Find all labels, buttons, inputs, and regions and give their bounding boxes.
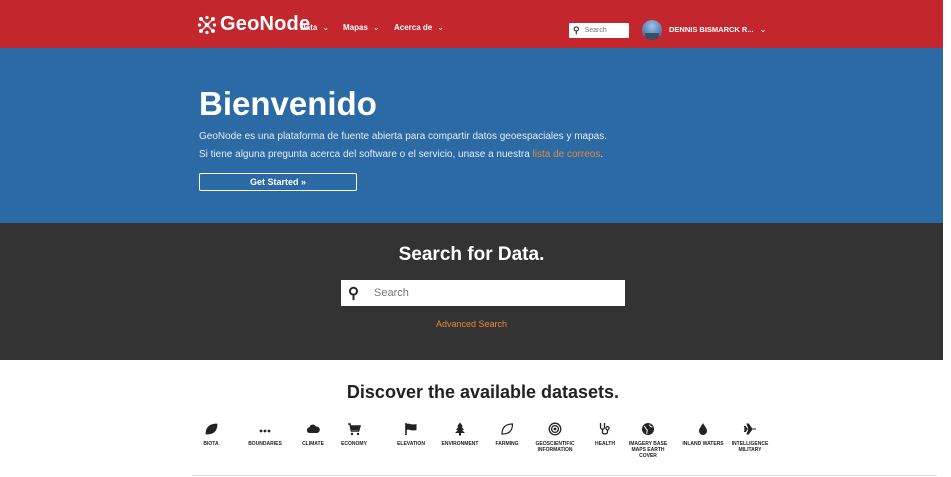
dataset-search-input[interactable] [372,286,606,300]
get-started-button[interactable]: Get Started » [199,173,357,191]
category-geoscientific[interactable]: GEOSCIENTIFIC INFORMATION [529,422,581,453]
category-farming[interactable]: FARMING [481,422,533,447]
category-label: GEOSCIENTIFIC INFORMATION [535,441,575,453]
search-title: Search for Data. [398,244,545,265]
category-label: INLAND WATERS [682,441,724,447]
plane-icon [743,423,756,435]
category-biota[interactable]: BIOTA [185,422,237,447]
hero-title: Bienvenido [199,85,377,122]
user-menu[interactable]: DENNIS BISMARCK R... ⌄ [669,25,766,34]
nav-mapas-label: Mapas [343,23,368,32]
leaf-icon [205,423,218,435]
chevron-down-icon: ⌄ [437,23,444,32]
brand-logo[interactable]: GeoNode [197,13,310,36]
category-intelligence[interactable]: INTELLIGENCE MILITARY [724,422,776,453]
category-label: FARMING [495,441,519,447]
category-label: BIOTA [203,441,219,447]
avatar[interactable] [642,20,662,40]
search-icon: ⚲ [573,25,580,35]
hero-contact-suffix: . [600,149,604,160]
navbar-search[interactable]: ⚲ [569,23,629,38]
nav-acerca-label: Acerca de [394,23,433,32]
category-boundaries[interactable]: BOUNDARIES [239,422,291,447]
ellipsis-icon [259,429,271,433]
category-inland-waters[interactable]: INLAND WATERS [677,422,729,447]
category-label: BOUNDARIES [248,441,282,447]
hero-description: GeoNode es una plataforma de fuente abie… [199,131,608,142]
chevron-down-icon: ⌄ [322,23,330,32]
search-section: Search for Data. ⚲ Advanced Search [0,223,943,360]
category-environment[interactable]: ENVIRONMENT [434,422,486,447]
nav-acerca-menu[interactable]: Acerca de ⌄ [394,23,444,32]
nav-data-menu[interactable]: Data ⌄ [300,23,329,32]
nav-mapas-menu[interactable]: Mapas ⌄ [343,23,380,32]
brand-name: GeoNode [220,13,311,35]
category-imagery[interactable]: IMAGERY BASE MAPS EARTH COVER [622,422,674,459]
search-icon: ⚲ [348,285,359,302]
bullseye-icon [548,422,562,436]
globe-icon [642,423,654,435]
category-economy[interactable]: ECONOMY [328,422,380,447]
category-label: INTELLIGENCE MILITARY [731,441,769,453]
mailing-list-link[interactable]: lista de correos [533,149,601,160]
hero-banner: Bienvenido GeoNode es una plataforma de … [0,48,943,223]
nav-data-label: Data [300,23,318,32]
top-navbar: GeoNode Data ⌄ Mapas ⌄ Acerca de ⌄ ⚲ DEN… [0,0,943,48]
navbar-search-input[interactable] [582,26,627,35]
chevron-down-icon: ⌄ [372,23,380,32]
discover-title: Discover the available datasets. [346,382,620,402]
geonode-logo-icon [197,15,217,34]
leaf-outline-icon [501,423,514,435]
category-label: ECONOMY [341,441,367,447]
category-elevation[interactable]: ELEVATION [385,422,437,447]
tree-icon [455,422,465,436]
chevron-down-icon: ⌄ [759,25,767,34]
cart-icon [348,423,361,436]
divider [192,475,937,476]
category-label: IMAGERY BASE MAPS EARTH COVER [628,441,668,459]
user-name-label: DENNIS BISMARCK R... [669,25,754,34]
category-label: ENVIRONMENT [441,441,479,447]
dataset-search[interactable]: ⚲ [341,280,625,306]
hero-contact-text: Si tiene alguna pregunta acerca del soft… [199,149,533,160]
hero-contact-line: Si tiene alguna pregunta acerca del soft… [199,149,603,160]
tint-icon [699,423,707,435]
stethoscope-icon [599,423,610,435]
category-label: ELEVATION [397,441,425,447]
cloud-icon [306,424,320,433]
advanced-search-link[interactable]: Advanced Search [0,319,943,329]
flag-icon [405,423,417,435]
